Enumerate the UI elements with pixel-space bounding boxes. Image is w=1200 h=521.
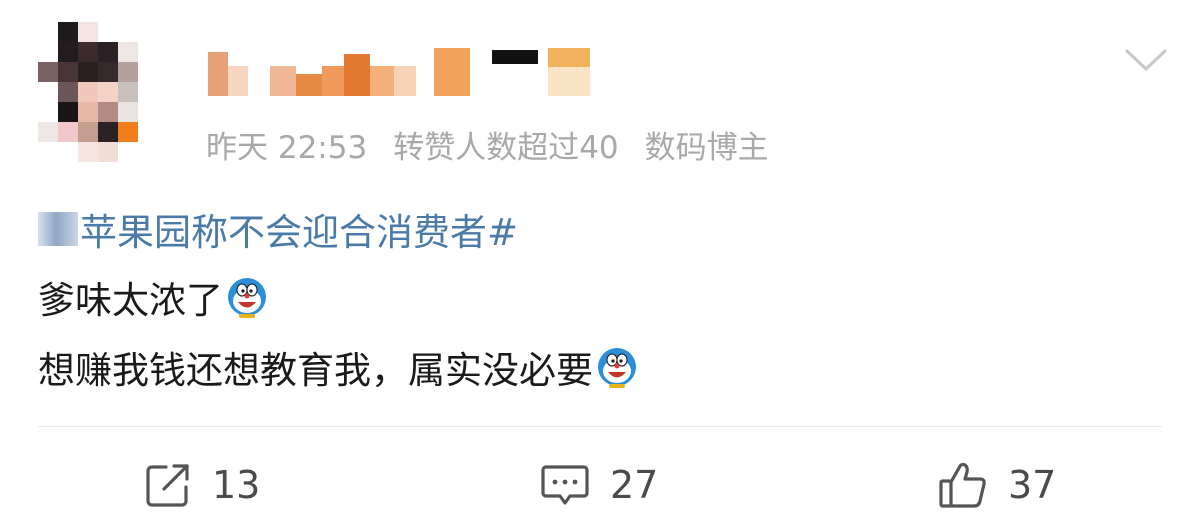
hashtag-text: 苹果园称不会迎合消费者# — [80, 211, 519, 254]
username-redacted[interactable] — [208, 44, 590, 96]
doraemon-emoji-icon — [598, 348, 636, 388]
like-button[interactable]: 37 — [938, 456, 1056, 514]
divider — [38, 426, 1162, 427]
comment-button[interactable]: 27 — [540, 456, 658, 514]
repost-button[interactable]: 13 — [144, 456, 260, 514]
post-text: 想赚我钱还想教育我，属实没必要 — [38, 349, 593, 392]
hashtag-link[interactable]: 苹果园称不会迎合消费者# — [38, 204, 518, 254]
comment-count: 27 — [610, 463, 659, 507]
post-text-line: 想赚我钱还想教育我，属实没必要 — [38, 340, 639, 394]
thumbs-up-icon — [939, 462, 986, 508]
doraemon-emoji-icon — [228, 278, 266, 318]
avatar[interactable] — [38, 22, 178, 162]
chevron-down-icon — [1125, 49, 1167, 71]
share-icon — [146, 464, 189, 507]
repost-count: 13 — [212, 463, 261, 507]
post-meta: 昨天 22:53 转赞人数超过40 数码博主 — [206, 124, 769, 166]
hashtag-redacted-start — [38, 212, 78, 246]
post-text-line: 爹味太浓了 — [38, 270, 269, 324]
collapse-button[interactable] — [1124, 44, 1168, 76]
post-time: 昨天 22:53 — [206, 129, 368, 166]
author-category: 数码博主 — [644, 129, 769, 166]
post-text: 爹味太浓了 — [38, 279, 223, 322]
comment-icon — [541, 465, 589, 505]
repost-badge: 转赞人数超过40 — [393, 129, 619, 166]
like-count: 37 — [1008, 463, 1057, 507]
